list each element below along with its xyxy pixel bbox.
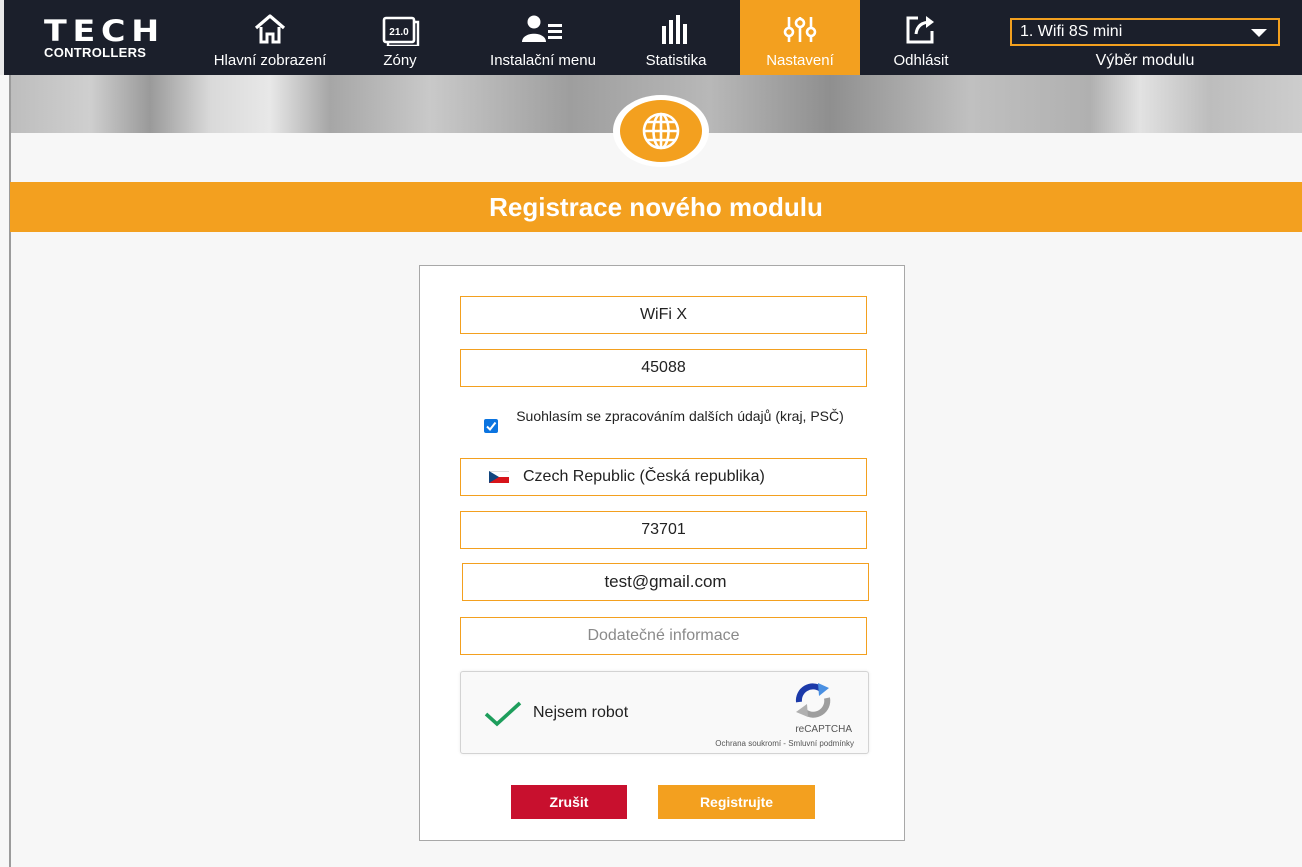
nav-item-installation-menu[interactable]: Instalační menu — [468, 0, 618, 75]
nav-label: Zóny — [383, 52, 417, 69]
registration-form: WiFi X 45088 Suohlasím se zpracováním da… — [419, 265, 905, 841]
recaptcha-widget: Nejsem robot reCAPTCHA Ochrana soukromí … — [460, 671, 869, 754]
module-name-value: WiFi X — [639, 306, 688, 323]
module-select-label: Výběr modulu — [1095, 52, 1195, 69]
register-button[interactable]: Registrujte — [658, 785, 815, 819]
nav-label: Instalační menu — [490, 52, 596, 69]
email-field[interactable]: test@gmail.com — [462, 563, 869, 601]
module-select-dropdown[interactable]: 1. Wifi 8S mini — [1010, 18, 1280, 46]
nav-item-zones[interactable]: 21.0 Zóny — [368, 0, 432, 75]
home-icon — [253, 14, 287, 48]
recaptcha-checkmark-icon[interactable] — [483, 700, 523, 733]
nav-item-logout[interactable]: Odhlásit — [876, 0, 966, 75]
bar-chart-icon — [659, 14, 693, 48]
thermostat-display-icon: 21.0 — [380, 14, 420, 48]
nav-label: Statistika — [645, 52, 707, 69]
sliders-icon — [782, 14, 818, 48]
recaptcha-logo-icon — [791, 682, 835, 723]
logo-text-tech: TECH — [44, 14, 165, 48]
module-name-field[interactable]: WiFi X — [460, 296, 867, 334]
logout-icon — [904, 14, 938, 48]
chevron-down-icon — [1251, 29, 1267, 37]
czech-flag-icon — [489, 471, 509, 483]
zone-badge: 21.0 — [389, 27, 409, 38]
nav-label: Nastavení — [766, 52, 834, 69]
zip-code-value: 73701 — [641, 521, 686, 538]
consent-label: Suohlasím se zpracováním dalších údajů (… — [516, 408, 844, 424]
checkmark-icon — [486, 421, 497, 432]
recaptcha-brand: reCAPTCHA — [795, 724, 852, 735]
nav-label: Odhlásit — [893, 52, 949, 69]
nav-item-settings[interactable]: Nastavení — [740, 0, 860, 75]
user-list-icon — [521, 14, 565, 48]
additional-info-placeholder: Dodatečné informace — [587, 627, 740, 644]
nav-item-main-view[interactable]: Hlavní zobrazení — [200, 0, 340, 75]
tech-controllers-logo[interactable]: TECH CONTROLLERS — [44, 17, 168, 65]
zip-code-field[interactable]: 73701 — [460, 511, 867, 549]
recaptcha-privacy-terms-links[interactable]: Ochrana soukromí - Smluvní podmínky — [715, 739, 854, 748]
module-code-value: 45088 — [641, 359, 686, 376]
country-select[interactable]: Czech Republic (Česká republika) — [460, 458, 867, 496]
module-select-value: 1. Wifi 8S mini — [1020, 23, 1123, 40]
cancel-button[interactable]: Zrušit — [511, 785, 627, 819]
additional-info-field[interactable]: Dodatečné informace — [460, 617, 867, 655]
country-value: Czech Republic (Česká republika) — [523, 468, 765, 485]
nav-item-statistics[interactable]: Statistika — [630, 0, 722, 75]
email-value: test@gmail.com — [604, 572, 727, 591]
consent-checkbox[interactable] — [484, 419, 498, 433]
window-edge — [0, 0, 4, 75]
globe-icon — [620, 100, 702, 162]
globe-badge — [613, 95, 709, 167]
recaptcha-label: Nejsem robot — [533, 704, 629, 721]
top-navigation-bar: TECH CONTROLLERS Hlavní zobrazení 21.0 Z… — [0, 0, 1302, 75]
page-title: Registrace nového modulu — [10, 182, 1302, 232]
module-code-field[interactable]: 45088 — [460, 349, 867, 387]
nav-label: Hlavní zobrazení — [213, 52, 327, 69]
consent-row: Suohlasím se zpracováním dalších údajů (… — [484, 406, 864, 446]
